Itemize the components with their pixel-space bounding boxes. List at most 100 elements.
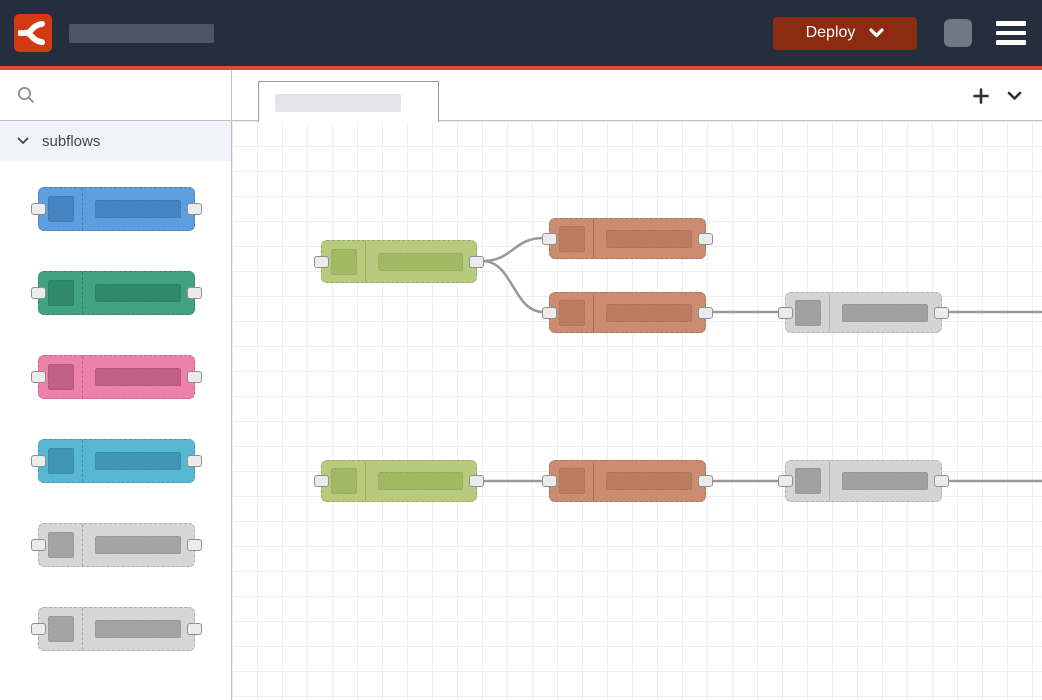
- palette-node-gray-2[interactable]: [38, 607, 195, 651]
- wire[interactable]: [483, 261, 544, 312]
- node-label-region: [830, 293, 941, 332]
- wire[interactable]: [483, 238, 544, 261]
- node-icon: [331, 249, 357, 275]
- node-label-region: [83, 188, 194, 230]
- palette-node-green[interactable]: [38, 271, 195, 315]
- deploy-button[interactable]: Deploy: [773, 17, 917, 50]
- node-input-port[interactable]: [314, 256, 329, 268]
- header-bar: Deploy: [0, 0, 1042, 66]
- node-output-port[interactable]: [934, 475, 949, 487]
- node-red-fork-icon: [18, 18, 48, 48]
- flow-node-green-1[interactable]: [321, 240, 477, 283]
- node-label-region: [83, 356, 194, 398]
- node-output-port[interactable]: [187, 539, 202, 551]
- node-output-port[interactable]: [934, 307, 949, 319]
- deploy-button-label: Deploy: [806, 24, 856, 42]
- node-label-placeholder: [842, 304, 928, 322]
- palette-node-cyan[interactable]: [38, 439, 195, 483]
- node-icon: [331, 468, 357, 494]
- node-output-port[interactable]: [187, 455, 202, 467]
- node-label-placeholder: [606, 304, 692, 322]
- palette-node-list: [0, 161, 231, 700]
- flow-node-orange-3[interactable]: [549, 460, 706, 502]
- node-label-region: [83, 524, 194, 566]
- add-flow-button[interactable]: [973, 88, 989, 104]
- node-label-placeholder: [842, 472, 928, 490]
- user-avatar[interactable]: [944, 19, 972, 47]
- node-label-region: [594, 219, 705, 258]
- search-icon: [17, 86, 35, 104]
- palette-category-label: subflows: [42, 133, 100, 150]
- node-icon: [48, 532, 74, 558]
- main-menu-button[interactable]: [994, 19, 1028, 47]
- node-input-port[interactable]: [31, 287, 46, 299]
- node-label-region: [594, 293, 705, 332]
- node-input-port[interactable]: [31, 203, 46, 215]
- node-icon: [48, 616, 74, 642]
- node-output-port[interactable]: [698, 475, 713, 487]
- flow-list-button[interactable]: [1007, 91, 1022, 101]
- node-input-port[interactable]: [31, 371, 46, 383]
- node-label-placeholder: [378, 472, 463, 490]
- node-output-port[interactable]: [187, 371, 202, 383]
- node-label-placeholder: [378, 253, 463, 271]
- node-output-port[interactable]: [187, 203, 202, 215]
- node-input-port[interactable]: [31, 623, 46, 635]
- node-input-port[interactable]: [542, 475, 557, 487]
- node-icon: [48, 280, 74, 306]
- chevron-down-icon: [17, 137, 29, 145]
- flow-node-green-2[interactable]: [321, 460, 477, 502]
- node-red-logo: [14, 14, 52, 52]
- node-output-port[interactable]: [469, 475, 484, 487]
- node-label-placeholder: [95, 620, 181, 638]
- flow-tab-label-placeholder: [275, 94, 401, 112]
- node-icon: [48, 364, 74, 390]
- flow-node-gray-2[interactable]: [785, 460, 942, 502]
- node-icon: [795, 468, 821, 494]
- node-output-port[interactable]: [698, 233, 713, 245]
- header-title-placeholder: [69, 24, 214, 43]
- workspace: [232, 70, 1042, 700]
- node-label-placeholder: [95, 452, 181, 470]
- hamburger-icon: [996, 31, 1026, 36]
- node-input-port[interactable]: [314, 475, 329, 487]
- flow-tab[interactable]: [258, 81, 439, 122]
- node-input-port[interactable]: [778, 475, 793, 487]
- flow-tab-bar: [232, 70, 1042, 121]
- flow-node-orange-1[interactable]: [549, 218, 706, 259]
- node-label-region: [366, 461, 476, 501]
- chevron-down-icon: [1007, 91, 1022, 101]
- node-input-port[interactable]: [778, 307, 793, 319]
- node-input-port[interactable]: [542, 307, 557, 319]
- node-label-region: [830, 461, 941, 501]
- node-label-region: [366, 241, 476, 282]
- chevron-down-icon: [869, 28, 884, 38]
- palette-node-pink[interactable]: [38, 355, 195, 399]
- node-input-port[interactable]: [542, 233, 557, 245]
- palette-node-blue[interactable]: [38, 187, 195, 231]
- node-label-region: [83, 608, 194, 650]
- palette-category-subflows[interactable]: subflows: [0, 121, 231, 161]
- flow-canvas[interactable]: [232, 121, 1042, 700]
- node-input-port[interactable]: [31, 539, 46, 551]
- flow-node-gray-1[interactable]: [785, 292, 942, 333]
- wire-layer: [232, 121, 1042, 700]
- node-input-port[interactable]: [31, 455, 46, 467]
- node-label-placeholder: [606, 472, 692, 490]
- palette-sidebar: subflows: [0, 70, 232, 700]
- node-label-region: [83, 440, 194, 482]
- node-icon: [559, 226, 585, 252]
- node-output-port[interactable]: [698, 307, 713, 319]
- node-label-placeholder: [95, 536, 181, 554]
- palette-node-gray-1[interactable]: [38, 523, 195, 567]
- node-output-port[interactable]: [469, 256, 484, 268]
- hamburger-icon: [996, 40, 1026, 45]
- node-icon: [48, 448, 74, 474]
- plus-icon: [973, 88, 989, 104]
- node-output-port[interactable]: [187, 623, 202, 635]
- palette-search[interactable]: [0, 70, 231, 121]
- node-label-placeholder: [606, 230, 692, 248]
- node-output-port[interactable]: [187, 287, 202, 299]
- node-icon: [559, 468, 585, 494]
- flow-node-orange-2[interactable]: [549, 292, 706, 333]
